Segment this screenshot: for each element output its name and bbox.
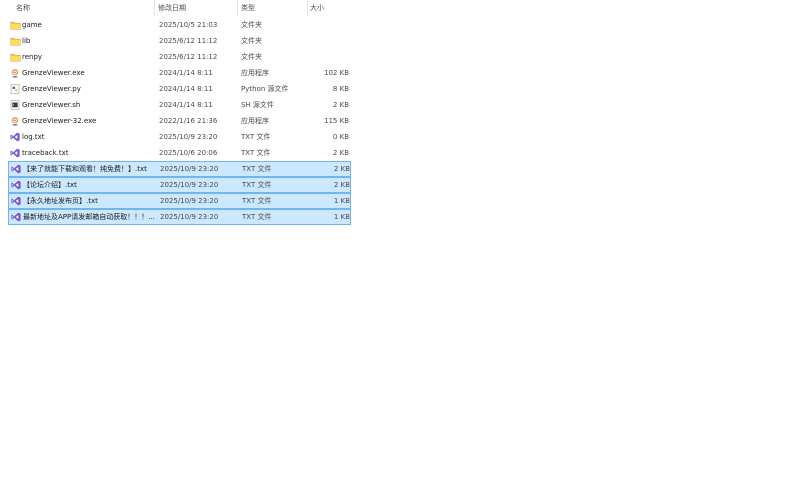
file-name: game	[22, 21, 42, 29]
file-type: TXT 文件	[241, 133, 271, 141]
file-size: 2 KB	[332, 149, 349, 157]
file-row[interactable]: log.txt 2025/10/9 23:20 TXT 文件 0 KB	[8, 129, 351, 145]
file-name: GrenzeViewer.sh	[22, 101, 81, 109]
file-row[interactable]: 【来了就能下载和观看！纯免费！】.txt 2025/10/9 23:20 TXT 文…	[8, 161, 351, 177]
file-name: 最新地址及APP请发邮箱自动获取！！！...	[23, 213, 155, 221]
file-explorer: 名称 ^ 修改日期 类型 大小 game 2025/10/5 21:03 文件夹 li…	[0, 0, 800, 492]
column-header-size[interactable]: 大小	[308, 0, 353, 16]
file-type: Python 源文件	[241, 85, 289, 93]
file-type: TXT 文件	[242, 213, 272, 221]
file-modified-date: 2025/10/6 20:06	[159, 149, 218, 157]
folder-icon	[9, 33, 21, 49]
file-type: 应用程序	[241, 117, 269, 125]
file-name: renpy	[22, 53, 43, 61]
file-modified-date: 2024/1/14 8:11	[159, 101, 213, 109]
visual-studio-icon	[9, 145, 21, 161]
column-header-type-label: 类型	[241, 4, 255, 12]
visual-studio-icon	[10, 193, 22, 209]
file-type: 文件夹	[241, 53, 262, 61]
file-row[interactable]: renpy 2025/6/12 11:12 文件夹	[8, 49, 351, 65]
app-icon	[9, 113, 21, 129]
visual-studio-icon	[10, 209, 22, 225]
file-row[interactable]: GrenzeViewer-32.exe 2022/1/16 21:36 应用程序 11…	[8, 113, 351, 129]
file-size	[311, 49, 349, 65]
file-name: 【论坛介绍】.txt	[23, 181, 77, 189]
python-file-icon	[9, 81, 21, 97]
file-name: GrenzeViewer.py	[22, 85, 81, 93]
file-modified-date: 2022/1/16 21:36	[159, 117, 218, 125]
column-header-name-label: 名称	[16, 4, 30, 12]
file-size	[311, 17, 349, 33]
file-size: 1 KB	[333, 213, 350, 221]
file-size: 8 KB	[332, 85, 349, 93]
file-size: 0 KB	[332, 133, 349, 141]
shell-file-icon	[9, 97, 21, 113]
file-row[interactable]: GrenzeViewer.sh 2024/1/14 8:11 SH 源文件 2 KB	[8, 97, 351, 113]
file-modified-date: 2024/1/14 8:11	[159, 69, 213, 77]
file-size: 115 KB	[324, 117, 349, 125]
file-name: traceback.txt	[22, 149, 69, 157]
file-size	[311, 33, 349, 49]
visual-studio-icon	[9, 129, 21, 145]
file-modified-date: 2025/10/5 21:03	[159, 21, 218, 29]
visual-studio-icon	[10, 177, 22, 193]
file-row[interactable]: 【论坛介绍】.txt 2025/10/9 23:20 TXT 文件 2 KB	[8, 177, 351, 193]
file-type: SH 源文件	[241, 101, 274, 109]
file-name: 【来了就能下载和观看！纯免费！】.txt	[23, 165, 147, 173]
column-header-date-label: 修改日期	[158, 4, 186, 12]
file-type: TXT 文件	[242, 165, 272, 173]
file-row[interactable]: game 2025/10/5 21:03 文件夹	[8, 17, 351, 33]
file-modified-date: 2025/10/9 23:20	[160, 165, 219, 173]
file-row[interactable]: 【永久地址发布页】.txt 2025/10/9 23:20 TXT 文件 1 KB	[8, 193, 351, 209]
file-row[interactable]: GrenzeViewer.py 2024/1/14 8:11 Python 源文件 8…	[8, 81, 351, 97]
file-name: lib	[22, 37, 31, 45]
file-modified-date: 2025/10/9 23:20	[160, 213, 219, 221]
file-modified-date: 2024/1/14 8:11	[159, 85, 213, 93]
file-name: GrenzeViewer.exe	[22, 69, 85, 77]
file-modified-date: 2025/6/12 11:12	[159, 53, 218, 61]
folder-icon	[9, 17, 21, 33]
file-type: 文件夹	[241, 21, 262, 29]
sort-ascending-icon: ^	[82, 0, 88, 4]
file-size: 2 KB	[333, 165, 350, 173]
file-row[interactable]: 最新地址及APP请发邮箱自动获取！！！... 2025/10/9 23:20 TXT…	[8, 209, 351, 225]
folder-icon	[9, 49, 21, 65]
file-size: 2 KB	[333, 181, 350, 189]
file-row[interactable]: lib 2025/6/12 11:12 文件夹	[8, 33, 351, 49]
column-header-row: 名称 ^ 修改日期 类型 大小	[0, 0, 353, 16]
file-modified-date: 2025/10/9 23:20	[160, 181, 219, 189]
app-icon	[9, 65, 21, 81]
file-type: TXT 文件	[241, 149, 271, 157]
file-modified-date: 2025/6/12 11:12	[159, 37, 218, 45]
file-type: TXT 文件	[242, 181, 272, 189]
column-header-type[interactable]: 类型	[239, 0, 308, 16]
file-type: 文件夹	[241, 37, 262, 45]
file-size: 1 KB	[333, 197, 350, 205]
file-size: 102 KB	[324, 69, 349, 77]
file-row[interactable]: GrenzeViewer.exe 2024/1/14 8:11 应用程序 102 KB	[8, 65, 351, 81]
column-header-size-label: 大小	[310, 4, 324, 12]
file-modified-date: 2025/10/9 23:20	[159, 133, 218, 141]
file-size: 2 KB	[332, 101, 349, 109]
column-header-date[interactable]: 修改日期	[156, 0, 238, 16]
file-row[interactable]: traceback.txt 2025/10/6 20:06 TXT 文件 2 KB	[8, 145, 351, 161]
file-modified-date: 2025/10/9 23:20	[160, 197, 219, 205]
file-name: log.txt	[22, 133, 45, 141]
file-name: 【永久地址发布页】.txt	[23, 197, 98, 205]
file-type: 应用程序	[241, 69, 269, 77]
file-name: GrenzeViewer-32.exe	[22, 117, 97, 125]
visual-studio-icon	[10, 161, 22, 177]
file-type: TXT 文件	[242, 197, 272, 205]
